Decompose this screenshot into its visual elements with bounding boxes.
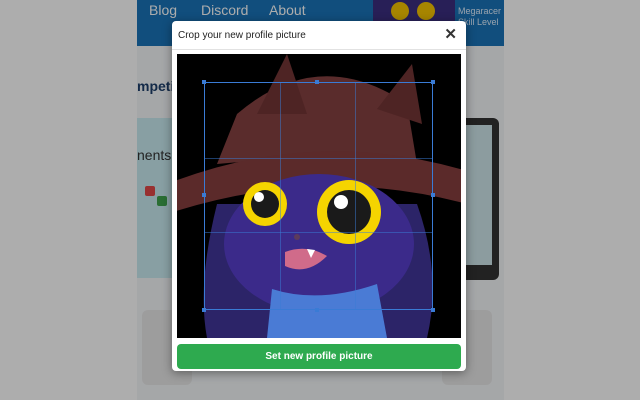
- set-profile-picture-button[interactable]: Set new profile picture: [177, 344, 461, 369]
- crop-handle-n[interactable]: [315, 80, 319, 84]
- dialog-title: Crop your new profile picture: [178, 30, 306, 41]
- crop-grid-line: [354, 83, 356, 309]
- crop-grid-line: [205, 157, 432, 159]
- close-icon[interactable]: ✕: [444, 25, 457, 43]
- crop-dialog: Crop your new profile picture ✕ Set new …: [172, 21, 466, 371]
- dialog-header: Crop your new profile picture ✕: [172, 21, 466, 50]
- crop-grid-line: [205, 232, 432, 234]
- crop-handle-se[interactable]: [431, 308, 435, 312]
- crop-handle-ne[interactable]: [431, 80, 435, 84]
- crop-handle-sw[interactable]: [202, 308, 206, 312]
- crop-selection-box[interactable]: [202, 80, 435, 312]
- crop-handle-s[interactable]: [315, 308, 319, 312]
- crop-handle-w[interactable]: [202, 193, 206, 197]
- crop-grid-line: [279, 83, 281, 309]
- crop-handle-e[interactable]: [431, 193, 435, 197]
- crop-handle-nw[interactable]: [202, 80, 206, 84]
- crop-canvas[interactable]: [177, 54, 461, 338]
